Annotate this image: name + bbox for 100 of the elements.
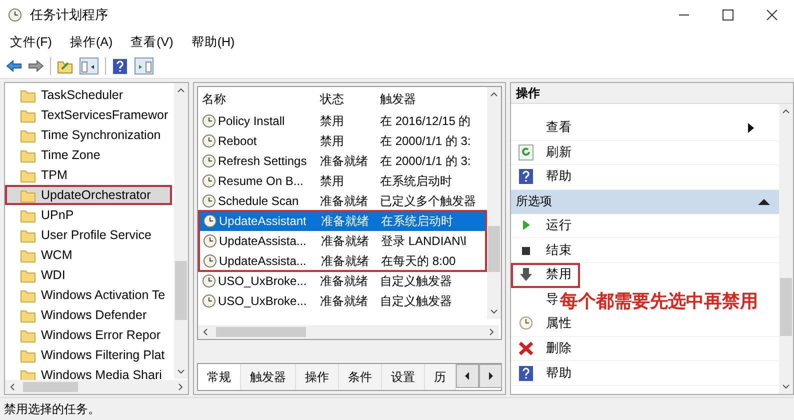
tab[interactable]: 历 — [425, 364, 456, 390]
tree-item[interactable]: User Profile Service — [5, 225, 172, 245]
menu-item[interactable]: 操作(A) — [70, 34, 113, 50]
folder-icon — [20, 88, 36, 102]
task-row[interactable]: Policy Install 禁用 在 2016/12/15 的 — [198, 111, 487, 131]
column-header[interactable]: 名称 — [198, 90, 316, 108]
task-status: 准备就绪 — [320, 212, 370, 230]
task-trigger: 在系统启动时 — [380, 212, 454, 230]
close-icon — [766, 9, 778, 21]
clock-icon — [202, 114, 216, 128]
tab[interactable]: 触发器 — [241, 364, 296, 390]
folder-icon — [20, 288, 36, 302]
scroll-left-icon — [456, 364, 479, 388]
tab[interactable]: 操作 — [296, 364, 339, 390]
folder-icon — [20, 148, 36, 162]
task-trigger: 自定义触发器 — [379, 292, 453, 310]
task-status: 准备就绪 — [320, 232, 370, 250]
menu-item[interactable]: 查看(V) — [130, 34, 174, 50]
tab[interactable]: 条件 — [339, 364, 382, 390]
task-status: 禁用 — [319, 132, 345, 150]
delete-icon — [518, 340, 534, 358]
task-row[interactable]: UpdateAssista... 准备就绪 在每天的 8:00 — [199, 251, 486, 271]
tree-item[interactable]: Time Synchronization — [5, 125, 172, 145]
action-item[interactable]: 查看 — [511, 116, 779, 141]
task-name: Resume On B... — [218, 174, 304, 188]
clock-icon — [202, 194, 216, 208]
clock-icon — [202, 274, 216, 288]
menu-item[interactable]: 文件(F) — [10, 34, 52, 50]
help-icon — [518, 168, 534, 186]
task-name: Policy Install — [218, 114, 285, 128]
task-row[interactable]: Refresh Settings 准备就绪 在 2000/1/1 的 3: — [198, 151, 487, 171]
column-header[interactable]: 触发器 — [376, 90, 487, 108]
maximize-icon — [722, 9, 734, 21]
clock-icon — [203, 234, 217, 248]
action-item[interactable]: 帮助 — [511, 361, 779, 386]
task-trigger: 在 2000/1/1 的 3: — [379, 152, 472, 170]
tree-item[interactable]: WCM — [5, 245, 172, 265]
tree-item[interactable]: Windows Activation Te — [5, 285, 172, 305]
tree-item[interactable]: WDI — [5, 265, 172, 285]
task-trigger: 在 2016/12/15 的 — [379, 112, 472, 130]
task-status: 准备就绪 — [320, 252, 370, 270]
column-header[interactable]: 状态 — [316, 90, 376, 108]
section-header[interactable]: 所选项 — [511, 190, 779, 214]
task-row[interactable]: Resume On B... 禁用 在系统启动时 — [198, 171, 487, 191]
action-item[interactable]: 属性 — [511, 312, 779, 337]
tree-item[interactable]: Windows Filtering Plat — [5, 345, 172, 365]
folder-icon — [20, 208, 36, 222]
scroll-right-icon — [479, 364, 502, 388]
menu-item[interactable]: 帮助(H) — [191, 34, 235, 50]
tree-item[interactable]: UpdateOrchestrator — [5, 185, 172, 205]
tree-item[interactable]: TPM — [5, 165, 172, 185]
down-arrow-icon — [518, 266, 534, 284]
clock-icon — [202, 154, 216, 168]
task-trigger: 已定义多个触发器 — [379, 192, 477, 210]
tree-item[interactable]: Time Zone — [5, 145, 172, 165]
help-icon — [518, 364, 534, 382]
action-item[interactable]: 刷新 — [511, 140, 779, 166]
folder-icon — [20, 188, 36, 202]
task-name: Refresh Settings — [218, 154, 307, 168]
task-row[interactable]: USO_UxBroke... 准备就绪 自定义触发器 — [198, 291, 487, 311]
refresh-icon — [518, 144, 534, 161]
tree-item[interactable]: UPnP — [5, 205, 172, 225]
folder-icon — [20, 348, 36, 362]
task-row[interactable]: USO_UxBroke... 准备就绪 自定义触发器 — [198, 271, 487, 291]
task-name: USO_UxBroke... — [218, 294, 307, 308]
tab[interactable]: 设置 — [382, 364, 425, 390]
task-name: UpdateAssista... — [219, 254, 306, 268]
forward-arrow-icon — [28, 58, 44, 74]
task-status: 准备就绪 — [319, 272, 369, 290]
tree-item[interactable]: Windows Error Repor — [5, 325, 172, 345]
folder-icon — [20, 248, 36, 262]
action-item[interactable]: 删除 — [511, 336, 779, 362]
submenu-arrow-icon — [747, 122, 755, 134]
folder-icon — [20, 308, 36, 322]
back-arrow-icon — [6, 58, 22, 74]
task-row[interactable]: UpdateAssistant 准备就绪 在系统启动时 — [199, 211, 486, 231]
task-row[interactable]: Reboot 禁用 在 2000/1/1 的 3: — [198, 131, 487, 151]
action-item[interactable]: 禁用 — [511, 262, 580, 288]
tree-item[interactable]: Windows Defender — [5, 305, 172, 325]
task-status: 禁用 — [319, 172, 345, 190]
task-name: UpdateAssista... — [219, 234, 306, 248]
task-row[interactable]: Schedule Scan 准备就绪 已定义多个触发器 — [198, 191, 487, 211]
action-item[interactable]: 运行 — [511, 214, 779, 238]
clock-icon — [518, 315, 534, 332]
action-item[interactable]: 结束 — [511, 238, 779, 263]
task-trigger: 在 2000/1/1 的 3: — [379, 132, 472, 150]
collapse-icon — [757, 196, 771, 207]
clock-icon — [202, 174, 216, 188]
tree-item[interactable]: Windows Media Shari — [5, 365, 172, 380]
task-status: 准备就绪 — [319, 192, 369, 210]
panel-title: 操作 — [511, 83, 793, 104]
folder-icon — [20, 268, 36, 282]
pane-toggle-icon — [79, 57, 99, 75]
annotation-text: 每个都需要先选中再禁用 — [560, 291, 758, 311]
clock-icon — [202, 294, 216, 308]
tree-item[interactable]: TaskScheduler — [5, 85, 172, 105]
folder-icon — [20, 328, 36, 342]
task-row[interactable]: UpdateAssista... 准备就绪 登录 LANDIAN\l — [199, 231, 486, 251]
clock-icon — [203, 214, 217, 228]
tree-item[interactable]: TextServicesFramewor — [5, 105, 172, 125]
